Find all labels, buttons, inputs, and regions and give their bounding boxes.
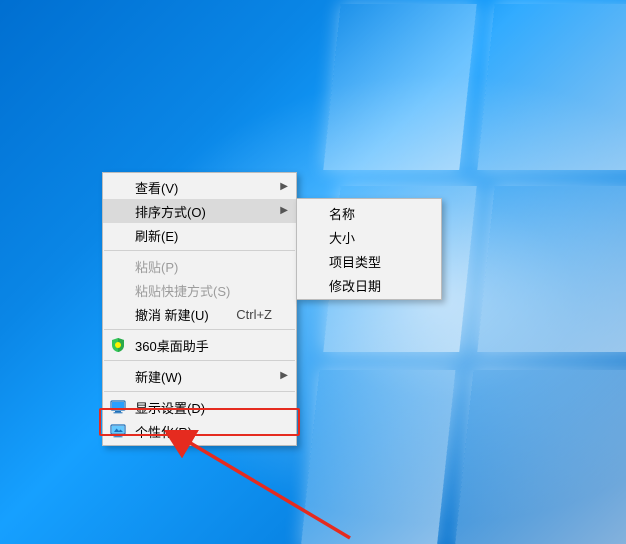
menu-item-label: 新建(W) bbox=[135, 367, 272, 386]
menu-item-paste-shortcut: 粘贴快捷方式(S) bbox=[103, 278, 296, 302]
menu-item-label: 修改日期 bbox=[329, 276, 417, 295]
menu-item-sort[interactable]: 排序方式(O) ▶ bbox=[103, 199, 296, 223]
wallpaper-pane bbox=[323, 4, 476, 170]
wallpaper-pane bbox=[477, 4, 626, 170]
menu-item-label: 粘贴(P) bbox=[135, 257, 272, 276]
wallpaper-pane bbox=[477, 186, 626, 352]
menu-item-paste: 粘贴(P) bbox=[103, 254, 296, 278]
menu-separator bbox=[104, 391, 295, 392]
menu-item-new[interactable]: 新建(W) ▶ bbox=[103, 364, 296, 388]
desktop-wallpaper: 查看(V) ▶ 排序方式(O) ▶ 刷新(E) 粘贴(P) 粘贴快捷方式(S) … bbox=[0, 0, 626, 544]
menu-item-label: 项目类型 bbox=[329, 252, 417, 271]
menu-item-label: 排序方式(O) bbox=[135, 202, 272, 221]
menu-item-label: 粘贴快捷方式(S) bbox=[135, 281, 272, 300]
menu-item-360-desktop-helper[interactable]: 360桌面助手 bbox=[103, 333, 296, 357]
menu-item-label: 显示设置(D) bbox=[135, 398, 272, 417]
menu-item-refresh[interactable]: 刷新(E) bbox=[103, 223, 296, 247]
menu-item-shortcut: Ctrl+Z bbox=[236, 307, 272, 322]
menu-item-undo-new[interactable]: 撤消 新建(U) Ctrl+Z bbox=[103, 302, 296, 326]
menu-item-display-settings[interactable]: 显示设置(D) bbox=[103, 395, 296, 419]
wallpaper-pane bbox=[301, 370, 456, 544]
menu-item-label: 大小 bbox=[329, 228, 417, 247]
security-shield-icon bbox=[110, 337, 126, 353]
menu-item-label: 个性化(R) bbox=[135, 422, 272, 441]
menu-item-personalize[interactable]: 个性化(R) bbox=[103, 419, 296, 443]
submenu-item-date[interactable]: 修改日期 bbox=[297, 273, 441, 297]
submenu-arrow-icon: ▶ bbox=[280, 181, 288, 192]
menu-separator bbox=[104, 250, 295, 251]
submenu-arrow-icon: ▶ bbox=[280, 370, 288, 381]
submenu-item-size[interactable]: 大小 bbox=[297, 225, 441, 249]
menu-item-label: 刷新(E) bbox=[135, 226, 272, 245]
menu-item-label: 撤消 新建(U) bbox=[135, 305, 224, 324]
menu-separator bbox=[104, 329, 295, 330]
submenu-item-type[interactable]: 项目类型 bbox=[297, 249, 441, 273]
menu-item-view[interactable]: 查看(V) ▶ bbox=[103, 175, 296, 199]
monitor-icon bbox=[110, 399, 126, 415]
wallpaper-pane bbox=[455, 370, 626, 544]
submenu-arrow-icon: ▶ bbox=[280, 205, 288, 216]
submenu-item-name[interactable]: 名称 bbox=[297, 201, 441, 225]
desktop-context-menu: 查看(V) ▶ 排序方式(O) ▶ 刷新(E) 粘贴(P) 粘贴快捷方式(S) … bbox=[102, 172, 297, 446]
sort-by-submenu: 名称 大小 项目类型 修改日期 bbox=[296, 198, 442, 300]
menu-item-label: 查看(V) bbox=[135, 178, 272, 197]
menu-item-label: 360桌面助手 bbox=[135, 336, 272, 355]
personalize-icon bbox=[110, 423, 126, 439]
menu-separator bbox=[104, 360, 295, 361]
menu-item-label: 名称 bbox=[329, 204, 417, 223]
